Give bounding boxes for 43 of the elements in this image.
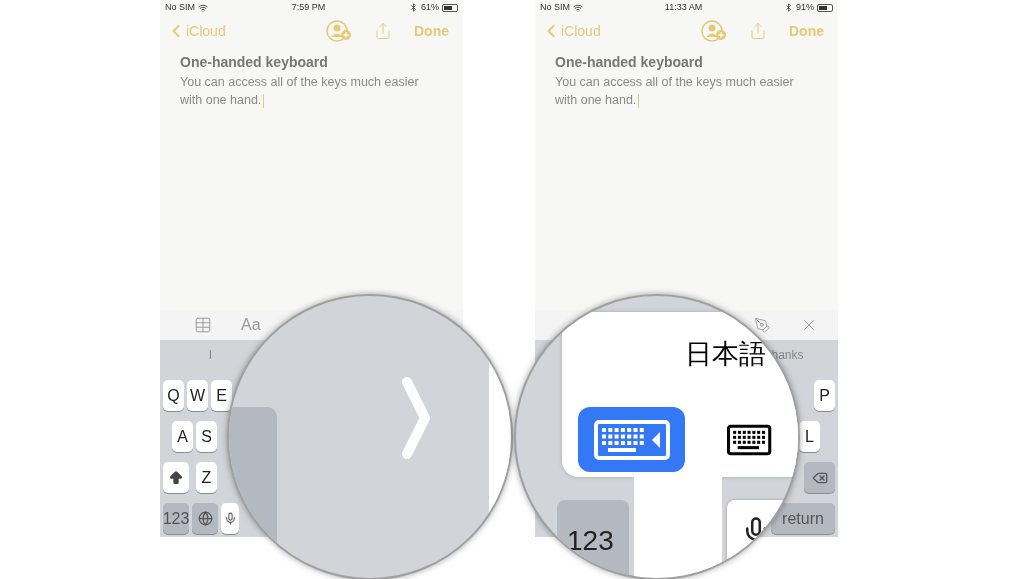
battery-label: 61% (421, 0, 439, 14)
keyboard-key[interactable]: Q (163, 380, 184, 411)
keyboard-left-icon (593, 419, 670, 460)
keyboard-key[interactable]: S (196, 421, 217, 452)
battery-icon (442, 3, 458, 12)
globe-key[interactable] (192, 503, 218, 534)
keyboard-key[interactable]: Z (196, 462, 217, 493)
bluetooth-icon (409, 3, 418, 12)
language-option[interactable]: 日本語 (685, 340, 766, 367)
wifi-icon (198, 2, 208, 13)
dictation-key[interactable] (221, 503, 239, 534)
clock-label: 11:33 AM (664, 0, 703, 14)
carrier-label: No SIM (540, 0, 570, 14)
bluetooth-icon (783, 3, 793, 12)
add-person-icon[interactable] (326, 20, 352, 42)
share-icon[interactable] (749, 22, 767, 40)
keyboard-key[interactable]: P (814, 380, 835, 411)
shift-arrow-icon (168, 469, 184, 486)
carrier-label: No SIM (165, 0, 195, 14)
microphone-icon (223, 512, 237, 525)
markup-icon[interactable] (754, 316, 771, 334)
keyboard-key[interactable]: E (211, 380, 232, 411)
add-person-icon[interactable] (701, 20, 727, 42)
shift-key[interactable] (163, 462, 189, 493)
clock-label: 7:59 PM (291, 0, 326, 14)
share-icon[interactable] (374, 22, 392, 40)
delete-key[interactable] (804, 462, 835, 493)
keyboard-key[interactable]: A (172, 421, 193, 452)
table-icon[interactable] (194, 316, 212, 334)
note-body: You can access all of the keys much easier with one hand. (555, 74, 795, 109)
return-key[interactable]: return (771, 503, 835, 534)
numbers-key[interactable]: 123 (163, 503, 189, 534)
note-title: One-handed keyboard (180, 53, 329, 72)
note-title: One-handed keyboard (555, 53, 704, 72)
wifi-icon (573, 2, 583, 13)
note-body: You can access all of the keys much easier with one hand. (180, 74, 420, 109)
keyboard-key[interactable]: W (187, 380, 208, 411)
keyboard-key[interactable]: L (799, 421, 820, 452)
one-handed-left-option[interactable] (578, 407, 685, 472)
battery-label: 91% (795, 0, 814, 14)
battery-icon (817, 3, 833, 12)
globe-icon (197, 511, 213, 526)
chevron-right-icon[interactable] (401, 376, 431, 460)
